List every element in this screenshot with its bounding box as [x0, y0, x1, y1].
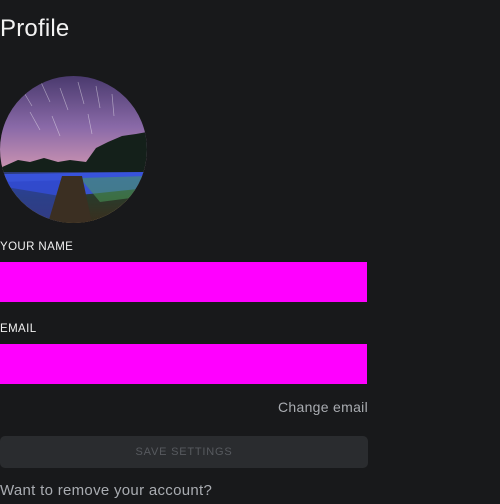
avatar-image [0, 76, 147, 223]
change-email-link[interactable]: Change email [278, 398, 368, 416]
email-field[interactable] [0, 344, 367, 384]
profile-page: Profile YOUR NAME EMAIL Change email SAV… [0, 0, 500, 504]
remove-account-link[interactable]: Want to remove your account? [0, 482, 212, 500]
page-title: Profile [0, 15, 70, 42]
avatar[interactable] [0, 76, 147, 223]
name-field[interactable] [0, 262, 367, 302]
email-label: EMAIL [0, 323, 37, 335]
save-settings-button[interactable]: SAVE SETTINGS [0, 436, 368, 468]
name-label: YOUR NAME [0, 241, 74, 253]
